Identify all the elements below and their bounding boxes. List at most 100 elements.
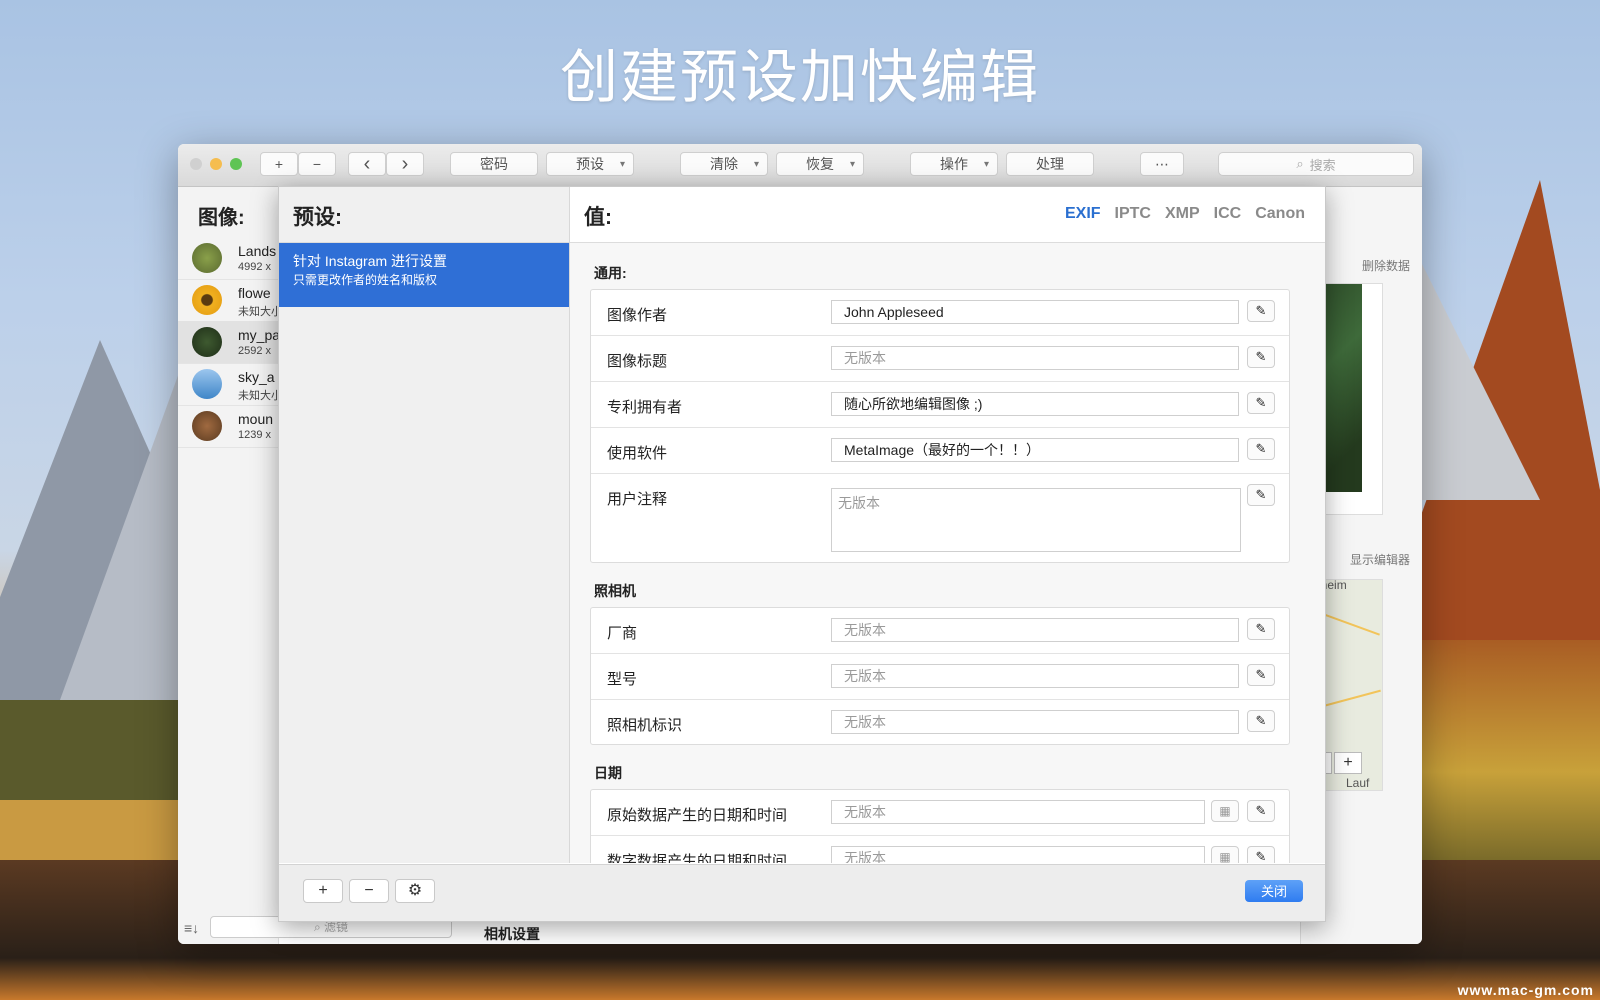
remove-preset-button[interactable]: − (349, 879, 389, 903)
pencil-icon[interactable]: ✎ (1247, 800, 1275, 822)
make-input[interactable] (831, 618, 1239, 642)
software-input[interactable] (831, 438, 1239, 462)
gear-icon[interactable]: ⚙ (395, 879, 435, 903)
field-row-copyright: 专利拥有者 ✎ (591, 382, 1289, 428)
field-row-camera-id: 照相机标识 ✎ (591, 700, 1289, 745)
presets-dropdown[interactable]: 预设 ▾ (546, 152, 634, 176)
calendar-icon[interactable]: ▦ (1211, 800, 1239, 822)
field-row-model: 型号 ✎ (591, 654, 1289, 700)
title-input[interactable] (831, 346, 1239, 370)
password-button[interactable]: 密码 (450, 152, 538, 176)
camera-id-input[interactable] (831, 710, 1239, 734)
field-label: 使用软件 (607, 445, 668, 462)
presets-label: 预设 (576, 156, 604, 172)
filter-placeholder: 滤镜 (324, 920, 349, 934)
field-label: 专利拥有者 (607, 399, 683, 416)
process-button[interactable]: 处理 (1006, 152, 1094, 176)
add-image-button[interactable]: + (260, 152, 298, 176)
preset-title: 针对 Instagram 进行设置 (293, 253, 448, 269)
back-button[interactable]: ‹ (348, 152, 386, 176)
user-comment-textarea[interactable] (831, 488, 1241, 552)
field-label: 原始数据产生的日期和时间 (607, 807, 788, 824)
tab-canon[interactable]: Canon (1255, 205, 1305, 223)
pencil-icon[interactable]: ✎ (1247, 846, 1275, 863)
close-window-button[interactable] (190, 158, 202, 170)
watermark: www.mac-gm.com (1457, 982, 1594, 998)
field-row-make: 厂商 ✎ (591, 608, 1289, 654)
preset-item-instagram[interactable]: 针对 Instagram 进行设置 只需更改作者的姓名和版权 (279, 243, 569, 307)
presets-panel: 预设: 针对 Instagram 进行设置 只需更改作者的姓名和版权 (279, 187, 570, 863)
tab-exif[interactable]: EXIF (1065, 205, 1101, 223)
pencil-icon[interactable]: ✎ (1247, 346, 1275, 368)
password-label: 密码 (480, 156, 508, 172)
calendar-icon[interactable]: ▦ (1211, 846, 1239, 863)
field-row-date-digitized: 数字数据产生的日期和时间 ▦ ✎ (591, 836, 1289, 863)
values-scroll-area[interactable]: 通用: 图像作者 ✎ 图像标题 ✎ 专利拥有者 ✎ 使 (570, 243, 1325, 863)
field-row-title: 图像标题 ✎ (591, 336, 1289, 382)
pencil-icon[interactable]: ✎ (1247, 664, 1275, 686)
general-group: 图像作者 ✎ 图像标题 ✎ 专利拥有者 ✎ 使用软件 ✎ (590, 289, 1290, 563)
field-row-author: 图像作者 ✎ (591, 290, 1289, 336)
clear-dropdown[interactable]: 清除 ▾ (680, 152, 768, 176)
zoom-window-button[interactable] (230, 158, 242, 170)
close-button[interactable]: 关闭 (1245, 880, 1303, 902)
field-label: 厂商 (607, 625, 638, 642)
date-digitized-input[interactable] (831, 846, 1205, 863)
copyright-input[interactable] (831, 392, 1239, 416)
sort-icon[interactable]: ≡↓ (184, 920, 199, 936)
field-row-date-original: 原始数据产生的日期和时间 ▦ ✎ (591, 790, 1289, 836)
search-field[interactable]: ⌕ 搜索 (1218, 152, 1414, 176)
tab-iptc[interactable]: IPTC (1115, 205, 1151, 223)
remove-image-button[interactable]: − (298, 152, 336, 176)
image-list-item[interactable]: Lands 4992 x (178, 237, 278, 280)
sheet-footer: + − ⚙ 关闭 (279, 864, 1325, 921)
date-original-input[interactable] (831, 800, 1205, 824)
model-input[interactable] (831, 664, 1239, 688)
pencil-icon[interactable]: ✎ (1247, 710, 1275, 732)
actions-dropdown[interactable]: 操作 ▾ (910, 152, 998, 176)
restore-dropdown[interactable]: 恢复 ▾ (776, 152, 864, 176)
forward-button[interactable]: › (386, 152, 424, 176)
field-label: 照相机标识 (607, 717, 683, 734)
image-thumbnail (192, 369, 222, 399)
restore-label: 恢复 (806, 156, 834, 172)
more-options-button[interactable]: ⋯ (1140, 152, 1184, 176)
values-header-bar: 值: EXIF IPTC XMP ICC Canon (570, 187, 1325, 243)
pencil-icon[interactable]: ✎ (1247, 484, 1275, 506)
image-list-item[interactable]: my_pa 2592 x (178, 321, 278, 364)
tab-icc[interactable]: ICC (1214, 205, 1242, 223)
camera-group: 厂商 ✎ 型号 ✎ 照相机标识 ✎ (590, 607, 1290, 745)
values-panel: 值: EXIF IPTC XMP ICC Canon 通用: 图像作者 ✎ 图像… (570, 187, 1325, 863)
image-list-item[interactable]: flowe 未知大小 (178, 279, 278, 322)
image-name: sky_a (238, 369, 275, 385)
chevron-down-icon: ▾ (849, 158, 855, 170)
pencil-icon[interactable]: ✎ (1247, 618, 1275, 640)
date-group: 原始数据产生的日期和时间 ▦ ✎ 数字数据产生的日期和时间 ▦ ✎ (590, 789, 1290, 863)
image-size: 1239 x (238, 429, 272, 441)
delete-data-link[interactable]: 删除数据 (1362, 257, 1410, 274)
values-header: 值: (584, 206, 612, 229)
camera-settings-label: 相机设置 (484, 926, 540, 942)
image-list-item[interactable]: moun 1239 x (178, 405, 278, 448)
actions-label: 操作 (940, 156, 968, 172)
image-thumbnail (192, 327, 222, 357)
image-name: Lands (238, 243, 277, 259)
image-thumbnail (192, 243, 222, 273)
chevron-down-icon: ▾ (983, 158, 989, 170)
map-zoom-in-button[interactable]: + (1334, 752, 1362, 774)
tab-xmp[interactable]: XMP (1165, 205, 1200, 223)
minimize-window-button[interactable] (210, 158, 222, 170)
image-name: my_pa (238, 327, 278, 343)
author-input[interactable] (831, 300, 1239, 324)
field-label: 图像标题 (607, 353, 668, 370)
add-preset-button[interactable]: + (303, 879, 343, 903)
pencil-icon[interactable]: ✎ (1247, 300, 1275, 322)
field-label: 型号 (607, 671, 638, 688)
pencil-icon[interactable]: ✎ (1247, 438, 1275, 460)
presets-sheet: 预设: 针对 Instagram 进行设置 只需更改作者的姓名和版权 值: EX… (278, 186, 1326, 922)
clear-label: 清除 (710, 156, 738, 172)
section-title-general: 通用: (594, 265, 627, 281)
show-editor-link[interactable]: 显示编辑器 (1350, 551, 1410, 568)
pencil-icon[interactable]: ✎ (1247, 392, 1275, 414)
image-list-item[interactable]: sky_a 未知大小 (178, 363, 278, 406)
